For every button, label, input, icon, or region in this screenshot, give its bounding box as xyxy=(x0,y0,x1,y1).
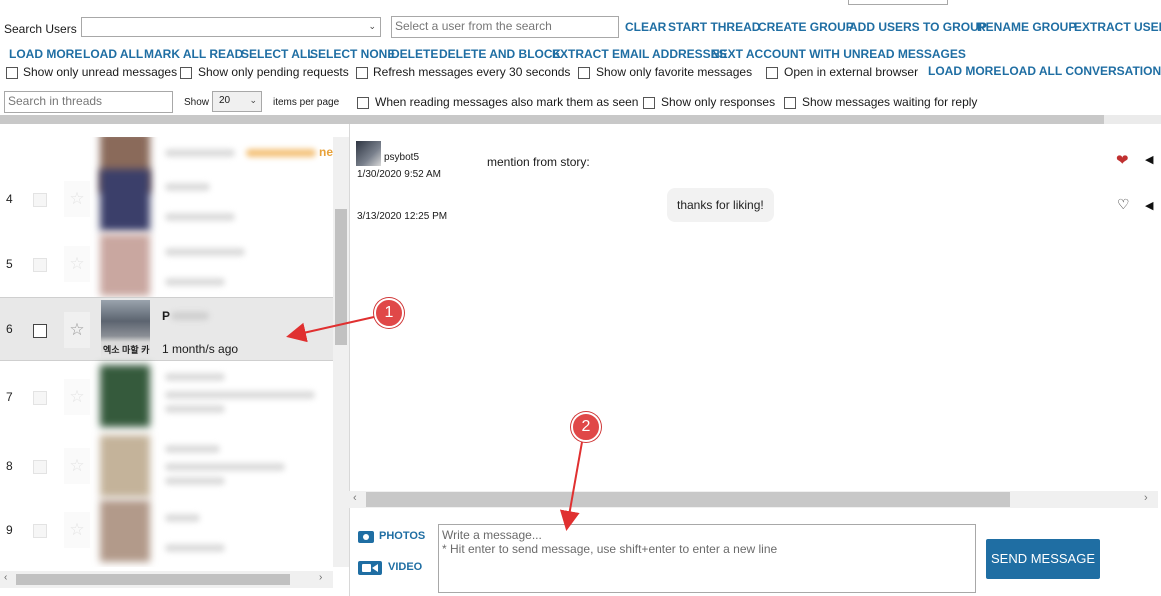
annotation-arrow-1 xyxy=(286,316,375,343)
annotation-badge-1: 1 xyxy=(374,298,404,328)
annotation-arrows xyxy=(286,316,583,531)
annotation-arrow-2 xyxy=(559,441,583,531)
annotation-badge-2: 2 xyxy=(571,412,601,442)
